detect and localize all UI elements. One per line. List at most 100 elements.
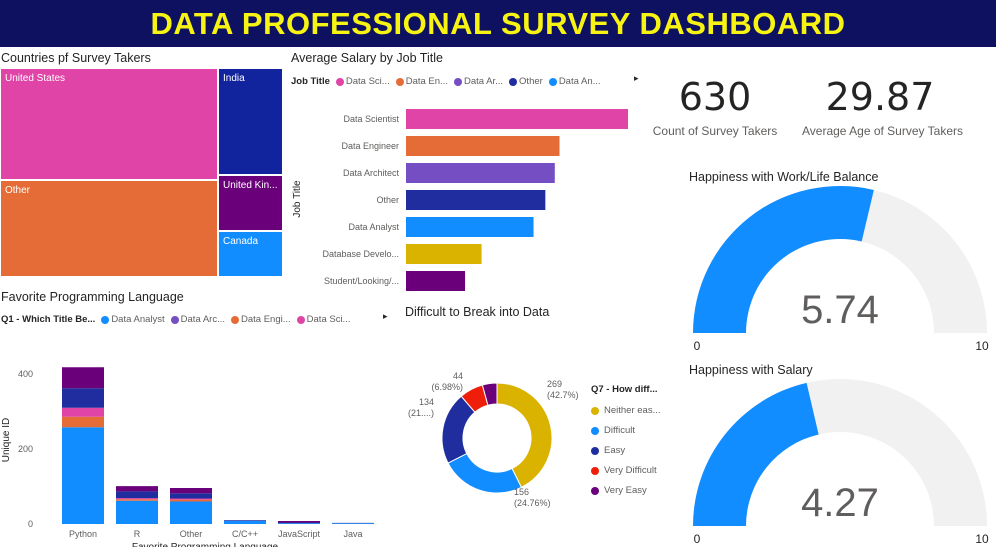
salary-chart-title: Average Salary by Job Title	[291, 51, 443, 65]
language-category-label: Other	[180, 529, 203, 539]
language-bar-segment[interactable]	[170, 498, 212, 500]
salary-category-label: Student/Looking/...	[324, 276, 399, 286]
treemap-tile-india[interactable]: India	[219, 69, 282, 174]
salary-category-label: Data Architect	[343, 168, 400, 178]
treemap-tile-other[interactable]: Other	[1, 181, 217, 276]
language-legend-item[interactable]: Data Engi...	[231, 314, 291, 325]
salary-legend-next-icon[interactable]: ▸	[634, 73, 639, 84]
language-bar-segment[interactable]	[116, 499, 158, 501]
salary-category-label: Other	[376, 195, 399, 205]
language-legend-item[interactable]: Data Analyst	[101, 314, 165, 325]
kpi-age-label: Average Age of Survey Takers	[802, 124, 963, 138]
gauge-max-label: 10	[975, 339, 989, 353]
language-bar-segment[interactable]	[62, 367, 104, 389]
legend-dot-icon	[335, 77, 344, 86]
kpi-count-value: 630	[678, 75, 752, 119]
language-bar-segment[interactable]	[170, 488, 212, 494]
language-legend-next-icon[interactable]: ▸	[383, 311, 388, 322]
donut-legend-item[interactable]: Very Difficult	[591, 461, 661, 481]
language-stacked-bar-chart: 0 200 400 Unique ID Python R Other C/C++ JavaScr…	[1, 367, 374, 547]
donut-legend-title: Q7 - How diff...	[591, 384, 658, 395]
legend-dot-icon	[101, 315, 110, 324]
language-bar-segment[interactable]	[278, 521, 320, 523]
gauge-fill	[693, 382, 819, 526]
language-legend-item[interactable]: Data Arc...	[170, 314, 225, 325]
language-legend-item[interactable]: Data Sci...	[296, 314, 350, 325]
legend-dot-icon	[231, 315, 240, 324]
kpi-count-label: Count of Survey Takers	[652, 124, 778, 138]
language-y-axis-label: Unique ID	[1, 418, 12, 462]
donut-legend-item[interactable]: Very Easy	[591, 481, 661, 501]
donut-legend-item[interactable]: Easy	[591, 441, 661, 461]
language-bar-segment[interactable]	[170, 501, 212, 525]
salary-bar[interactable]	[406, 244, 482, 264]
language-y-tick-label: 0	[28, 519, 33, 529]
language-category-label: Python	[69, 529, 97, 539]
donut-legend-item[interactable]: Difficult	[591, 421, 661, 441]
language-legend: Q1 - Which Title Be... Data Analyst Data…	[1, 314, 350, 325]
salary-bar[interactable]	[406, 163, 555, 183]
salary-legend-title: Job Title	[291, 76, 330, 87]
language-bar-segment[interactable]	[62, 407, 104, 417]
salary-legend-item[interactable]: Data Ar...	[453, 76, 503, 87]
salary-y-axis-label: Job Title	[292, 180, 303, 218]
treemap-tile-united-states[interactable]: United States	[1, 69, 217, 179]
gauge-value-label: 4.27	[801, 481, 879, 525]
salary-bar[interactable]	[406, 271, 466, 291]
language-bar-segment[interactable]	[170, 493, 212, 499]
language-bar-segment[interactable]	[224, 520, 266, 521]
gauge-max-label: 10	[975, 532, 989, 546]
gauge-value-label: 5.74	[801, 288, 879, 332]
donut-percent-label: (24.76%)	[514, 498, 551, 508]
donut-legend-item[interactable]: Neither eas...	[591, 401, 661, 421]
language-bar-segment[interactable]	[278, 522, 320, 524]
salary-legend-item[interactable]: Data En...	[395, 76, 448, 87]
language-bar-segment[interactable]	[116, 498, 158, 500]
language-bar-segment[interactable]	[62, 427, 104, 524]
donut-count-label: 134	[419, 397, 434, 407]
salary-category-label: Data Engineer	[341, 141, 399, 151]
language-bar-segment[interactable]	[62, 416, 104, 428]
language-bar-segment[interactable]	[224, 521, 266, 524]
salary-legend: Job Title Data Sci... Data En... Data Ar…	[291, 76, 601, 87]
language-bar-segment[interactable]	[116, 486, 158, 492]
legend-dot-icon	[591, 487, 599, 495]
language-bar-segment[interactable]	[116, 491, 158, 499]
salary-bar[interactable]	[406, 190, 546, 210]
language-chart-title: Favorite Programming Language	[1, 290, 184, 304]
language-category-label: R	[134, 529, 141, 539]
language-bar-segment[interactable]	[170, 499, 212, 502]
language-y-tick-label: 200	[18, 444, 33, 454]
donut-count-label: 156	[514, 487, 529, 497]
donut-percent-label: (6.98%)	[431, 382, 463, 392]
legend-dot-icon	[170, 315, 179, 324]
language-bar-segment[interactable]	[332, 523, 374, 524]
salary-bar[interactable]	[406, 136, 560, 156]
salary-bar[interactable]	[406, 109, 628, 129]
gauge-worklife: 5.74 0 10	[693, 186, 989, 353]
donut-legend: Neither eas... Difficult Easy Very Diffi…	[591, 401, 661, 501]
donut-percent-label: (42.7%)	[547, 390, 579, 400]
gauge-min-label: 0	[694, 532, 701, 546]
kpi-age-value: 29.87	[825, 75, 935, 119]
salary-bar-chart: Job Title Data Scientist Data Engineer Data…	[292, 109, 628, 291]
language-bar-segment[interactable]	[116, 500, 158, 524]
language-legend-title: Q1 - Which Title Be...	[1, 314, 96, 325]
treemap-tile-canada[interactable]: Canada	[219, 232, 282, 276]
language-bar-segment[interactable]	[62, 388, 104, 408]
treemap-tile-united-kingdom[interactable]: United Kin...	[219, 176, 282, 230]
donut-slice[interactable]	[447, 452, 523, 494]
salary-legend-item[interactable]: Data Sci...	[335, 76, 390, 87]
salary-legend-item[interactable]: Data An...	[548, 76, 601, 87]
salary-legend-item[interactable]: Other	[509, 76, 543, 87]
dashboard-title: DATA PROFESSIONAL SURVEY DASHBOARD	[0, 0, 996, 47]
legend-dot-icon	[591, 467, 599, 475]
treemap-title: Countries pf Survey Takers	[1, 51, 151, 65]
difficulty-donut-chart: 269(42.7%) 156(24.76%) 134(21....) 44(6.98%…	[408, 371, 579, 508]
legend-dot-icon	[509, 77, 518, 86]
language-bar-segment[interactable]	[278, 523, 320, 524]
donut-count-label: 269	[547, 379, 562, 389]
legend-dot-icon	[296, 315, 305, 324]
salary-bar[interactable]	[406, 217, 534, 237]
gauge-worklife-title: Happiness with Work/Life Balance	[689, 170, 879, 184]
